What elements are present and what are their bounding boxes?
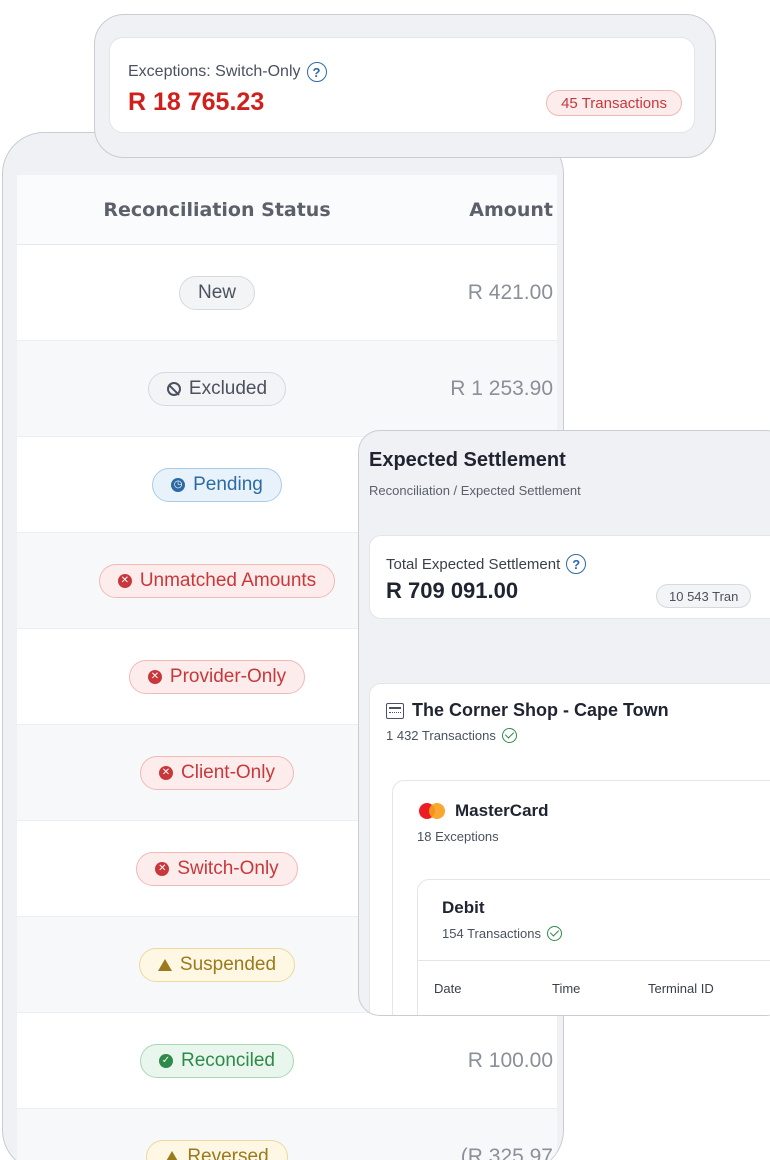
table-row[interactable]: New R 421.00 [17,245,557,341]
warning-icon [165,1150,180,1160]
table-header: Reconciliation Status Amount [17,175,557,245]
debit-transactions: 154 Transactions [442,926,542,941]
column-header-status[interactable]: Reconciliation Status [17,199,417,221]
card-scheme-exceptions: 18 Exceptions [417,829,499,844]
amount-cell: R 1 253.90 [450,376,553,400]
question-circle-icon[interactable]: ? [566,554,587,574]
column-header-date[interactable]: Date [434,981,461,996]
x-circle-icon: ✕ [147,669,162,684]
status-label: Reversed [187,1145,269,1160]
status-badge-reversed: Reversed [146,1139,288,1160]
cash-register-icon [386,702,404,719]
merchant-transactions: 1 432 Transactions [386,728,496,743]
status-badge-provider-only: ✕ Provider-Only [128,659,306,694]
x-circle-icon: ✕ [155,861,170,876]
total-amount: R 709 091.00 [386,578,519,603]
exceptions-label: Exceptions: Switch-Only [128,63,301,80]
status-badge-client-only: ✕ Client-Only [140,755,294,790]
debit-card[interactable]: Debit 154 Transactions Date Time Termina… [417,879,770,1015]
column-header-amount[interactable]: Amount [417,199,557,221]
status-badge-suspended: Suspended [138,947,296,982]
x-circle-icon: ✕ [159,765,173,780]
status-label: Client-Only [181,761,275,783]
warning-icon [157,958,172,971]
question-circle-icon[interactable]: ? [306,62,327,82]
total-label: Total Expected Settlement [386,555,561,573]
status-label: Unmatched Amounts [139,569,317,591]
debit-title: Debit [442,898,485,917]
card-scheme-name: MasterCard [455,801,549,820]
check-circle-icon [501,728,517,743]
transactions-count-badge: 45 Transactions [546,90,682,116]
exceptions-summary-card: Exceptions: Switch-Only ? R 18 765.23 45… [94,14,716,158]
table-row[interactable]: ✓ Reconciled R 100.00 [17,1013,557,1109]
amount-cell: R 421.00 [467,280,553,304]
status-label: Suspended [179,953,277,975]
amount-cell: R 100.00 [467,1048,553,1072]
status-badge-excluded: Excluded [147,371,287,406]
debit-table-header: Date Time Terminal ID [418,960,770,1014]
status-label: Switch-Only [177,857,279,879]
column-header-time[interactable]: Time [552,981,580,996]
x-circle-icon: ✕ [117,573,132,588]
clock-icon: ◷ [171,477,186,492]
status-badge-unmatched-amounts: ✕ Unmatched Amounts [98,563,336,598]
status-badge-reconciled: ✓ Reconciled [140,1043,294,1078]
exceptions-summary-inner[interactable]: Exceptions: Switch-Only ? R 18 765.23 45… [109,37,695,133]
merchant-name: The Corner Shop - Cape Town [412,700,669,720]
mastercard-logo-icon [417,802,447,820]
table-row[interactable]: Excluded R 1 253.90 [17,341,557,437]
page-title: Expected Settlement [369,449,566,471]
exceptions-amount: R 18 765.23 [128,88,265,116]
breadcrumb[interactable]: Reconciliation / Expected Settlement [369,483,581,498]
column-header-terminal-id[interactable]: Terminal ID [648,981,714,996]
check-circle-icon: ✓ [159,1053,173,1068]
status-label: New [197,281,236,303]
status-badge-pending: ◷ Pending [152,467,282,502]
table-row[interactable]: Reversed (R 325.97 [17,1109,557,1160]
total-transactions-badge: 10 543 Tran [656,584,752,608]
status-badge-new: New [178,275,255,310]
ban-icon [166,381,181,396]
card-scheme-card[interactable]: MasterCard 18 Exceptions Debit 154 Trans… [392,780,770,1015]
status-label: Pending [193,473,263,495]
amount-cell: (R 325.97 [460,1144,553,1160]
status-badge-switch-only: ✕ Switch-Only [136,851,298,886]
merchant-card[interactable]: The Corner Shop - Cape Town 1 432 Transa… [369,683,770,1015]
status-label: Excluded [188,377,268,399]
expected-settlement-window: Expected Settlement Reconciliation / Exp… [358,430,770,1016]
status-label: Provider-Only [169,665,287,687]
total-expected-settlement-card: Total Expected Settlement ? R 709 091.00… [369,535,770,619]
status-label: Reconciled [181,1049,275,1071]
check-circle-icon [547,926,563,941]
